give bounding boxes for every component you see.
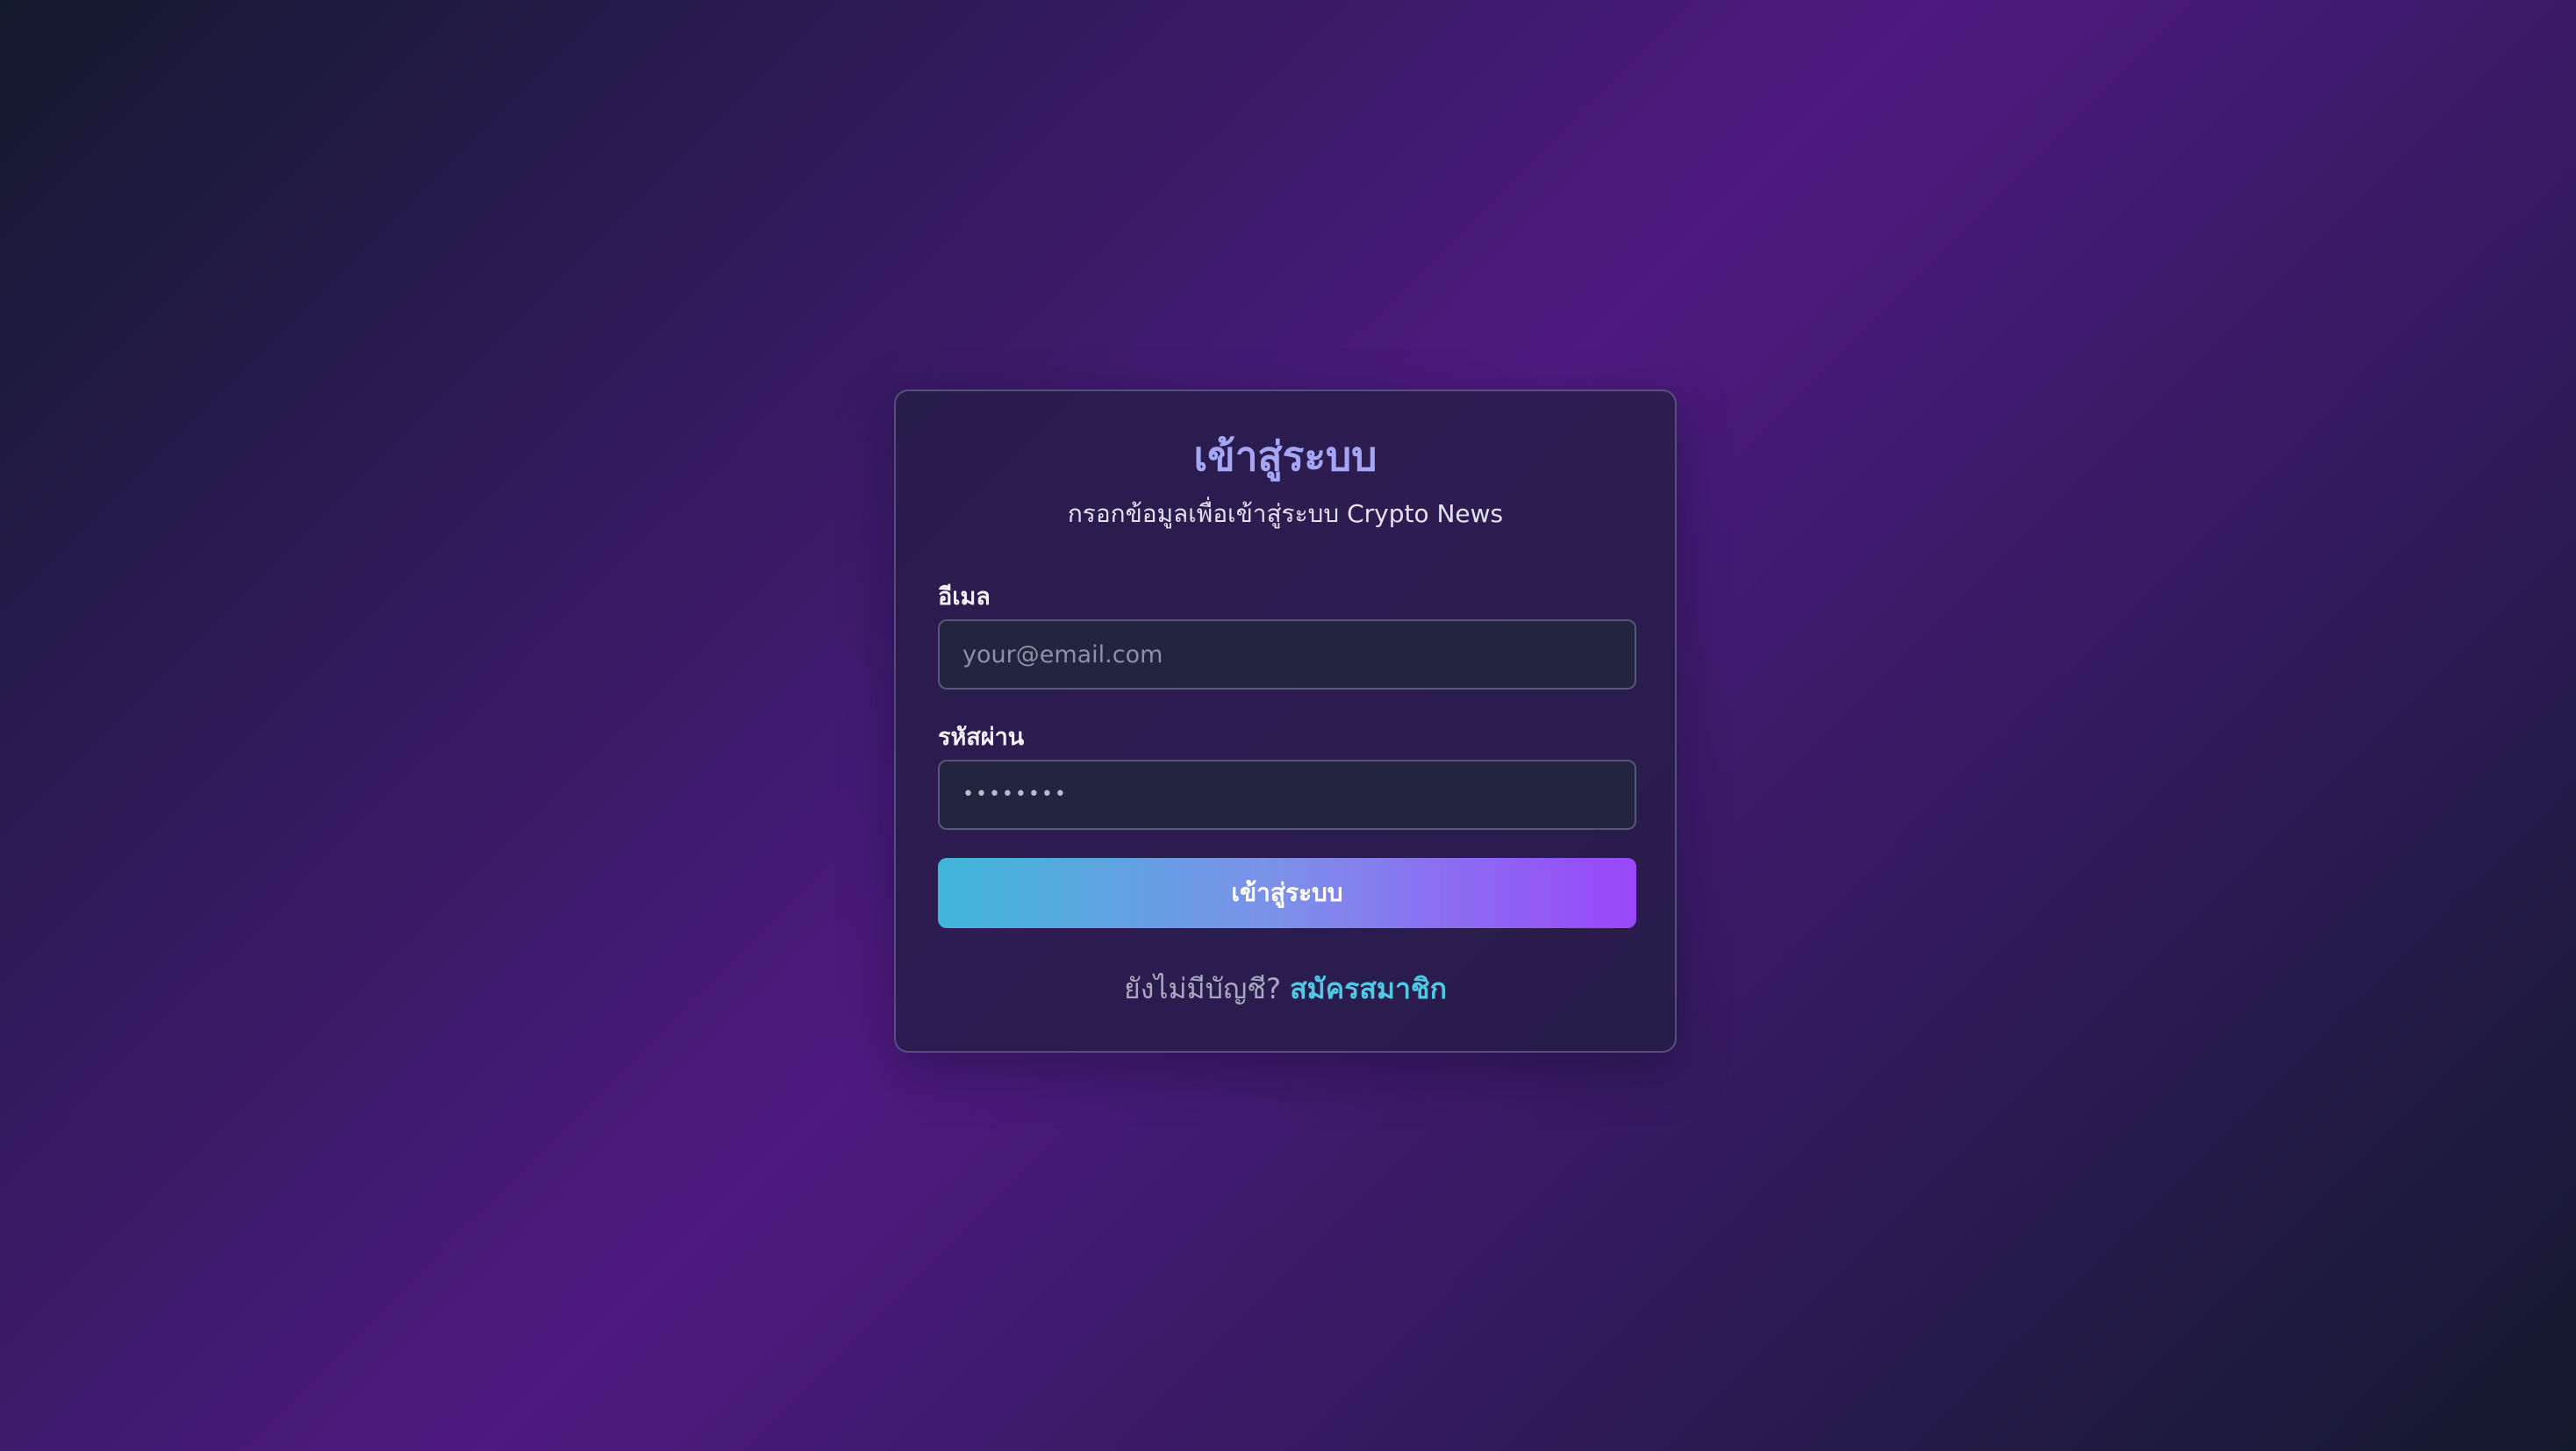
- signup-prompt: ยังไม่มีบัญชี? สมัครสมาชิก: [896, 970, 1675, 1007]
- page-subtitle: กรอกข้อมูลเพื่อเข้าสู่ระบบ Crypto News: [1067, 499, 1504, 528]
- login-card: เข้าสู่ระบบ กรอกข้อมูลเพื่อเข้าสู่ระบบ C…: [894, 390, 1677, 1053]
- signup-link[interactable]: สมัครสมาชิก: [1290, 972, 1447, 1005]
- page-title: เข้าสู่ระบบ: [1193, 432, 1377, 480]
- password-input[interactable]: [938, 760, 1636, 830]
- no-account-text: ยังไม่มีบัญชี?: [1123, 972, 1281, 1005]
- login-page: เข้าสู่ระบบ กรอกข้อมูลเพื่อเข้าสู่ระบบ C…: [0, 0, 2576, 1451]
- login-button[interactable]: เข้าสู่ระบบ: [938, 858, 1636, 928]
- password-label: รหัสผ่าน: [938, 724, 1025, 751]
- email-label: อีเมล: [938, 583, 991, 611]
- email-input[interactable]: [938, 619, 1636, 690]
